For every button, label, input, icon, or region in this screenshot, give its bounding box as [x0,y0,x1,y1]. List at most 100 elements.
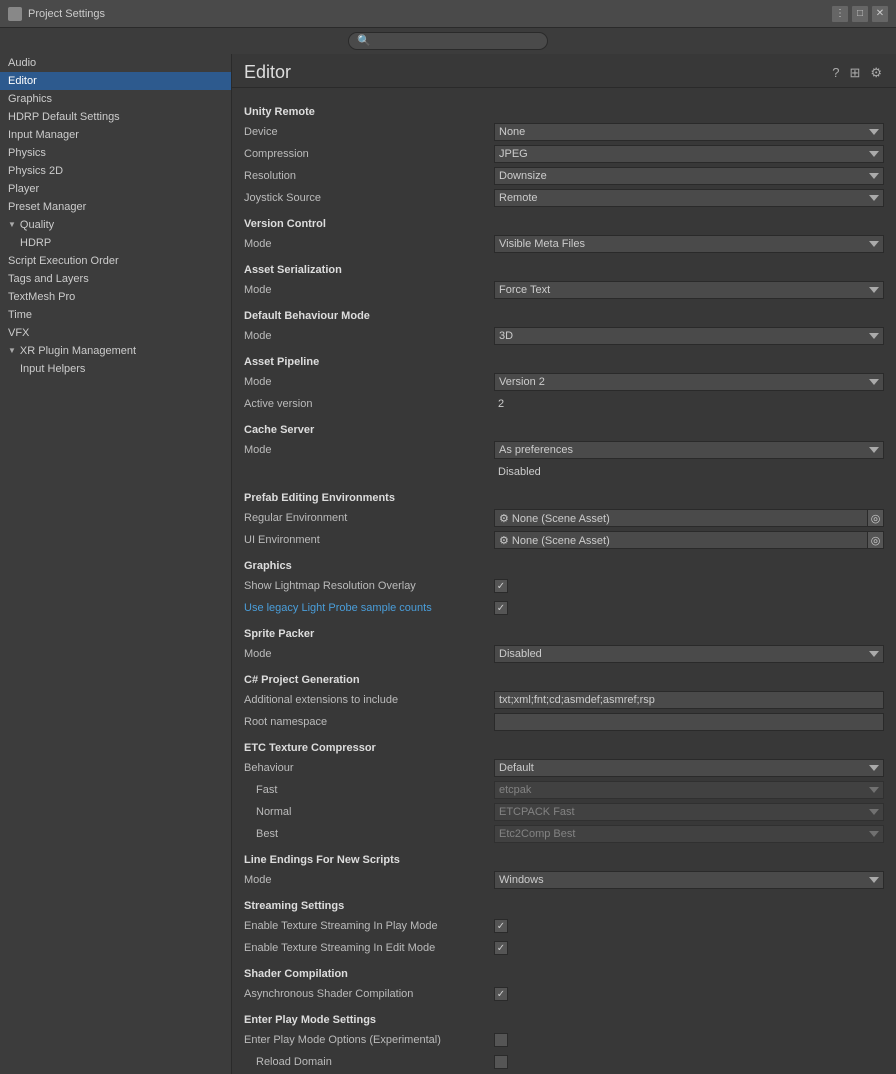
etc-normal-dropdown: ETCPACK Fast [494,803,884,821]
content-area: Editor ? ⊞ ⚙ Unity Remote Device None Co… [232,54,896,1074]
row-root-namespace: Root namespace [244,712,884,732]
row-async-shader: Asynchronous Shader Compilation [244,984,884,1004]
compression-dropdown[interactable]: JPEG [494,145,884,163]
section-line-endings: Line Endings For New Scripts [244,854,884,866]
section-asset-pipeline: Asset Pipeline [244,356,884,368]
row-etc-normal: Normal ETCPACK Fast [244,802,884,822]
tex-stream-edit-checkbox[interactable] [494,941,508,955]
row-lightmap-overlay: Show Lightmap Resolution Overlay [244,576,884,596]
row-play-mode-options: Enter Play Mode Options (Experimental) [244,1030,884,1050]
page-title: Editor [244,62,291,83]
joystick-source-dropdown[interactable]: Remote [494,189,884,207]
help-button[interactable]: ? [830,63,841,82]
row-etc-behaviour: Behaviour Default [244,758,884,778]
light-probe-checkbox[interactable] [494,601,508,615]
sidebar-item-player[interactable]: Player [0,180,231,198]
sidebar-item-preset-manager[interactable]: Preset Manager [0,198,231,216]
row-device: Device None [244,122,884,142]
sidebar-item-tags-layers[interactable]: Tags and Layers [0,270,231,288]
sidebar-item-input-manager[interactable]: Input Manager [0,126,231,144]
row-sp-mode: Mode Disabled Enabled for Builds Always … [244,644,884,664]
etc-best-dropdown: Etc2Comp Best [494,825,884,843]
async-shader-checkbox[interactable] [494,987,508,1001]
row-tex-stream-play: Enable Texture Streaming In Play Mode [244,916,884,936]
row-cs-mode: Mode As preferences [244,440,884,460]
section-play-mode: Enter Play Mode Settings [244,1014,884,1026]
row-vc-mode: Mode Visible Meta Files [244,234,884,254]
window-title: Project Settings [28,8,832,20]
regular-env-picker[interactable]: ⚙ None (Scene Asset) ◎ [494,509,884,527]
xr-arrow: ▼ [8,342,16,360]
row-ui-env: UI Environment ⚙ None (Scene Asset) ◎ [244,530,884,550]
sidebar-item-graphics[interactable]: Graphics [0,90,231,108]
row-as-mode: Mode Force Text [244,280,884,300]
lightmap-overlay-checkbox[interactable] [494,579,508,593]
light-probe-link[interactable]: Use legacy Light Probe sample counts [244,602,432,614]
settings-layout-button[interactable]: ⊞ [847,63,862,83]
section-prefab-editing: Prefab Editing Environments [244,492,884,504]
search-bar [0,28,896,54]
settings-button[interactable]: ⚙ [868,63,884,83]
row-compression: Compression JPEG [244,144,884,164]
regular-env-value: ⚙ None (Scene Asset) [495,512,867,525]
content-header: Editor ? ⊞ ⚙ [232,54,896,88]
section-version-control: Version Control [244,218,884,230]
search-input[interactable] [348,32,548,50]
reload-domain-checkbox[interactable] [494,1055,508,1069]
vc-mode-dropdown[interactable]: Visible Meta Files [494,235,884,253]
db-mode-dropdown[interactable]: 3D 2D [494,327,884,345]
as-mode-dropdown[interactable]: Force Text [494,281,884,299]
section-shader-compilation: Shader Compilation [244,968,884,980]
quality-arrow: ▼ [8,216,16,234]
section-asset-serialization: Asset Serialization [244,264,884,276]
section-default-behaviour: Default Behaviour Mode [244,310,884,322]
cs-mode-dropdown[interactable]: As preferences [494,441,884,459]
ui-env-btn[interactable]: ◎ [867,532,883,548]
ext-include-input[interactable] [494,691,884,709]
le-mode-dropdown[interactable]: Windows Unix OS Native [494,871,884,889]
tex-stream-play-checkbox[interactable] [494,919,508,933]
row-ap-mode: Mode Version 2 [244,372,884,392]
row-etc-fast: Fast etcpak [244,780,884,800]
row-joystick-source: Joystick Source Remote [244,188,884,208]
sidebar-item-physics2d[interactable]: Physics 2D [0,162,231,180]
row-reload-domain: Reload Domain [244,1052,884,1072]
row-ext-include: Additional extensions to include [244,690,884,710]
sidebar-item-physics[interactable]: Physics [0,144,231,162]
row-le-mode: Mode Windows Unix OS Native [244,870,884,890]
sidebar-item-xr-plugin[interactable]: ▼XR Plugin Management [0,342,231,360]
sidebar-item-textmesh-pro[interactable]: TextMesh Pro [0,288,231,306]
regular-env-btn[interactable]: ◎ [867,510,883,526]
sidebar-item-time[interactable]: Time [0,306,231,324]
cs-status-value: Disabled [494,466,545,478]
row-cs-status: Disabled [244,462,884,482]
section-streaming: Streaming Settings [244,900,884,912]
sidebar-item-audio[interactable]: Audio [0,54,231,72]
etc-behaviour-dropdown[interactable]: Default [494,759,884,777]
sidebar-item-editor[interactable]: Editor [0,72,231,90]
row-resolution: Resolution Downsize [244,166,884,186]
device-dropdown[interactable]: None [494,123,884,141]
play-mode-options-checkbox[interactable] [494,1033,508,1047]
sidebar-item-vfx[interactable]: VFX [0,324,231,342]
title-bar: Project Settings ⋮ □ ✕ [0,0,896,28]
sidebar-item-script-execution[interactable]: Script Execution Order [0,252,231,270]
menu-button[interactable]: ⋮ [832,6,848,22]
header-icons: ? ⊞ ⚙ [830,63,884,83]
resolution-dropdown[interactable]: Downsize [494,167,884,185]
sidebar-item-input-helpers[interactable]: Input Helpers [0,360,231,378]
sidebar-item-hdrp-default[interactable]: HDRP Default Settings [0,108,231,126]
close-button[interactable]: ✕ [872,6,888,22]
main-layout: Audio Editor Graphics HDRP Default Setti… [0,54,896,1074]
sidebar-item-hdrp[interactable]: HDRP [0,234,231,252]
sidebar-item-quality[interactable]: ▼Quality [0,216,231,234]
maximize-button[interactable]: □ [852,6,868,22]
ap-mode-dropdown[interactable]: Version 2 [494,373,884,391]
settings-content: Unity Remote Device None Compression JPE… [232,88,896,1074]
row-active-version: Active version 2 [244,394,884,414]
section-unity-remote: Unity Remote [244,106,884,118]
root-namespace-input[interactable] [494,713,884,731]
row-tex-stream-edit: Enable Texture Streaming In Edit Mode [244,938,884,958]
ui-env-picker[interactable]: ⚙ None (Scene Asset) ◎ [494,531,884,549]
sp-mode-dropdown[interactable]: Disabled Enabled for Builds Always Enabl… [494,645,884,663]
